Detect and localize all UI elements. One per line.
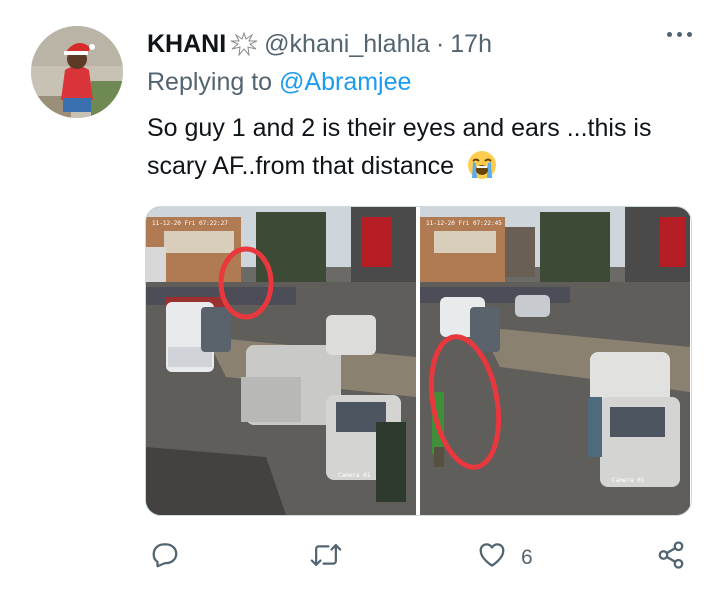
starburst-badge-icon [230,32,258,56]
tweet-text: So guy 1 and 2 is their eyes and ears ..… [147,109,687,191]
tweet-header: KHANI @khani_hlahla · 17h [147,24,692,64]
retweet-icon [310,540,342,575]
share-button[interactable] [656,540,686,575]
handle[interactable]: @khani_hlahla [264,30,430,59]
loudly-crying-face-icon [467,150,497,191]
tweet[interactable]: KHANI @khani_hlahla · 17h Replying to @A… [0,0,720,603]
share-icon [656,540,686,575]
separator-dot: · [435,29,445,58]
camera-label-right: Camera 01 [612,477,645,484]
avatar[interactable] [31,26,123,118]
reply-mention-link[interactable]: @Abramjee [279,68,411,96]
cctv-timestamp-right: 11-12-20 Fri 07:22:45 [426,220,502,227]
more-options-icon[interactable] [667,32,692,37]
tweet-actions: 6 [0,536,720,576]
cctv-timestamp-left: 11-12-20 Fri 07:22:27 [152,220,228,227]
display-name[interactable]: KHANI [147,30,226,59]
tweet-content: KHANI @khani_hlahla · 17h Replying to @A… [147,24,692,191]
avatar-image [31,26,123,118]
cctv-frame-left[interactable]: 11-12-20 Fri 07:22:27 Camera 01 [146,207,416,515]
heart-icon [477,540,507,575]
tweet-media[interactable]: 11-12-20 Fri 07:22:27 Camera 01 11-12-20… [145,206,692,516]
reply-context: Replying to @Abramjee [147,68,692,97]
camera-label-left: Camera 01 [338,472,371,479]
cctv-frame-right[interactable]: 11-12-20 Fri 07:22:45 Camera 01 [420,207,690,515]
reply-button[interactable] [150,540,180,575]
speech-bubble-icon [150,540,180,575]
tweet-text-body: So guy 1 and 2 is their eyes and ears ..… [147,114,652,180]
timestamp[interactable]: 17h [450,30,492,59]
reply-prefix: Replying to [147,68,273,96]
like-count: 6 [521,545,533,569]
retweet-button[interactable] [310,540,342,575]
like-button[interactable]: 6 [477,540,533,575]
